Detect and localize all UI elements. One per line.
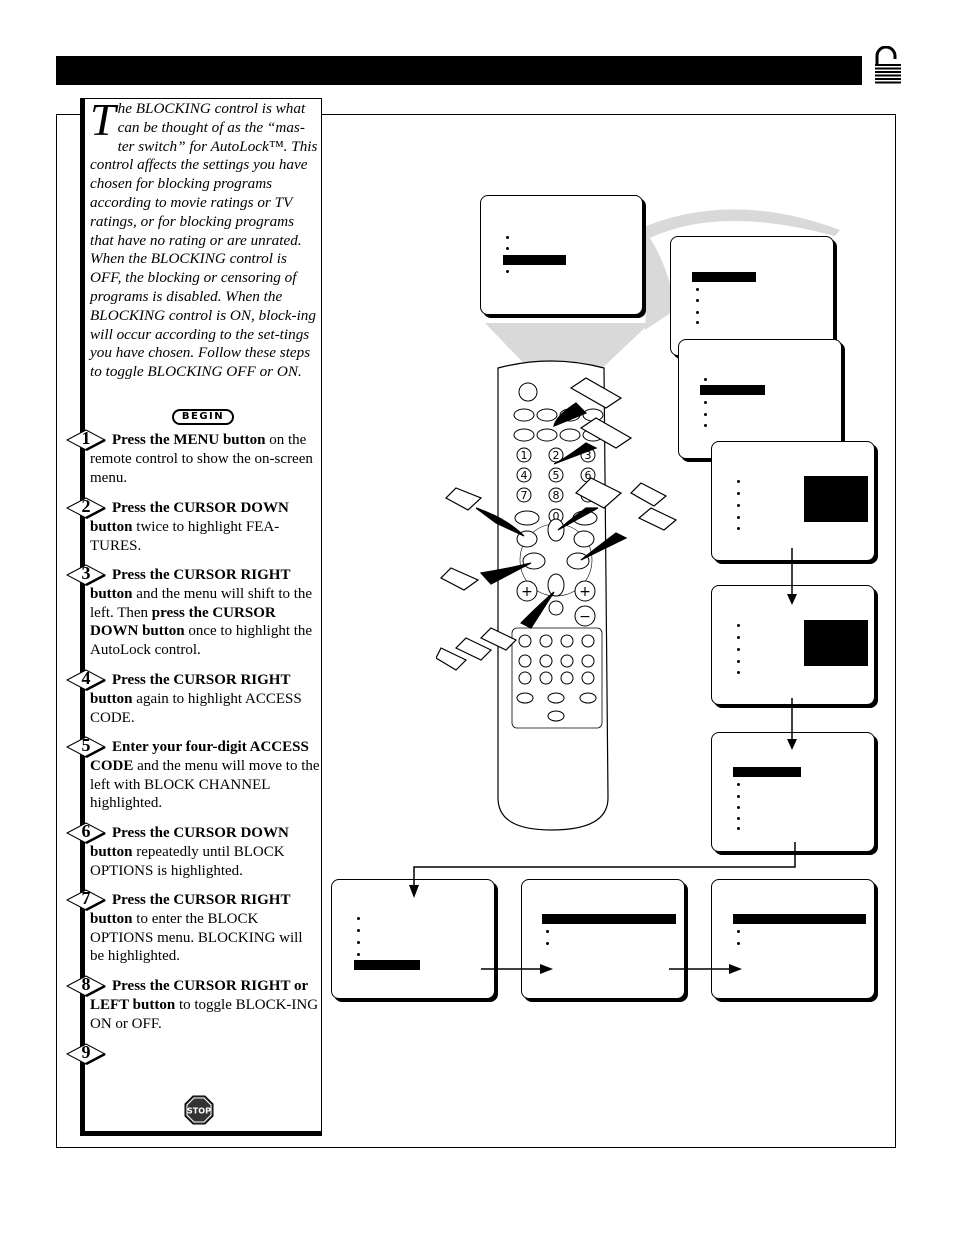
step-number-badge: 9 xyxy=(66,1043,106,1065)
number-key-label: 8 xyxy=(553,489,560,502)
step-number-badge: 4 xyxy=(66,669,106,691)
number-key-label: 1 xyxy=(521,449,528,462)
number-key-label: 4 xyxy=(521,469,528,482)
step-number-badge: 1 xyxy=(66,429,106,451)
step-3: 3 Press the CURSOR RIGHT button and the m… xyxy=(66,564,320,660)
step-5: 5 Enter your four-digit ACCESS CODE and t… xyxy=(66,736,320,813)
step-number-badge: 8 xyxy=(66,975,106,997)
step-8: 8 Press the CURSOR RIGHT or LEFT button t… xyxy=(66,975,320,1033)
cursor-left-button xyxy=(522,552,546,570)
step-text: Press the CURSOR RIGHT button and the me… xyxy=(90,567,313,659)
drop-cap: T xyxy=(90,94,116,145)
svg-text:−: − xyxy=(579,609,591,625)
number-key-label: 7 xyxy=(521,489,528,502)
padlock-open-icon xyxy=(875,46,901,84)
step-text: Press the CURSOR RIGHT button to enter t… xyxy=(90,892,303,965)
menu-screen-5 xyxy=(711,585,875,705)
menu-screen-9 xyxy=(711,879,875,999)
step-text: Press the CURSOR RIGHT button again to h… xyxy=(90,672,302,726)
step-7: 7 Press the CURSOR RIGHT button to enter … xyxy=(66,889,320,966)
menu-screen-4 xyxy=(711,441,875,561)
menu-screen-1 xyxy=(480,195,643,315)
remote-control: 1234567890 + + − xyxy=(436,360,678,831)
cursor-right-button xyxy=(566,552,590,570)
step-text: Enter your four-digit ACCESS CODE and th… xyxy=(90,739,320,812)
step-1: 1 Press the MENU button on the remote con… xyxy=(66,429,320,487)
stop-sign-icon: STOP xyxy=(184,1095,214,1125)
step-number-badge: 6 xyxy=(66,822,106,844)
step-number-badge: 5 xyxy=(66,736,106,758)
step-number-badge: 2 xyxy=(66,497,106,519)
step-2: 2 Press the CURSOR DOWN button twice to h… xyxy=(66,497,320,555)
stop-label: STOP xyxy=(187,1107,211,1116)
step-text: Press the CURSOR DOWN button twice to hi… xyxy=(90,500,289,554)
menu-screen-6 xyxy=(711,732,875,852)
power-button xyxy=(518,382,538,402)
step-9: 9 xyxy=(66,1043,320,1065)
step-6: 6 Press the CURSOR DOWN button repeatedly… xyxy=(66,822,320,880)
step-text: Press the CURSOR DOWN button repeatedly … xyxy=(90,825,289,879)
menu-screen-7 xyxy=(331,879,495,999)
menu-screen-2 xyxy=(670,236,834,356)
svg-text:+: + xyxy=(521,584,533,600)
step-4: 4 Press the CURSOR RIGHT button again to … xyxy=(66,669,320,727)
step-text xyxy=(90,1045,320,1064)
title-bar xyxy=(56,56,862,85)
menu-screen-8 xyxy=(521,879,685,999)
step-number-badge: 3 xyxy=(66,564,106,586)
intro-text: he BLOCKING control is what can be thoug… xyxy=(90,100,318,381)
step-text: Press the CURSOR RIGHT or LEFT button to… xyxy=(90,978,319,1032)
number-key-label: 5 xyxy=(553,469,560,482)
intro-paragraph: The BLOCKING control is what can be thou… xyxy=(90,94,318,382)
svg-text:+: + xyxy=(579,584,591,600)
number-key-label: 2 xyxy=(553,449,560,462)
cursor-up-button xyxy=(547,518,565,542)
step-text: Press the MENU button on the remote cont… xyxy=(90,432,313,486)
step-number-badge: 7 xyxy=(66,889,106,911)
begin-badge: BEGIN xyxy=(172,409,234,425)
cursor-down-button xyxy=(547,573,565,597)
